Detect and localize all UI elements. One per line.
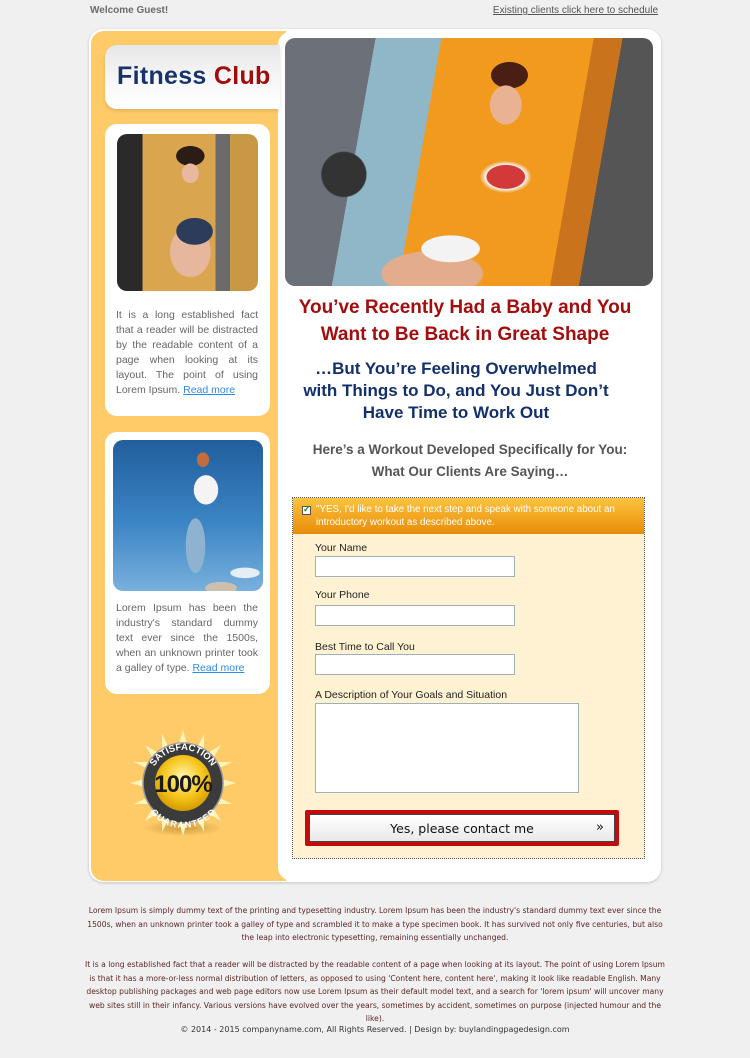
description-label: A Description of Your Goals and Situatio… (315, 689, 508, 701)
logo-word-club: Club (213, 62, 271, 90)
badge-center-text: 100% (154, 771, 212, 798)
logo-word-fitness: Fitness (117, 62, 207, 90)
tagline-line-2: What Our Clients Are Saying… (371, 464, 569, 479)
phone-input[interactable] (315, 605, 515, 626)
name-input[interactable] (315, 556, 515, 577)
best-time-input[interactable] (315, 654, 515, 675)
read-more-link[interactable]: Read more (192, 662, 244, 674)
name-label: Your Name (315, 542, 368, 554)
sidebar-card-text: It is a long established fact that a rea… (116, 308, 258, 398)
footer-paragraph: It is a long established fact that a rea… (85, 960, 665, 1023)
existing-clients-link[interactable]: Existing clients click here to schedule (493, 5, 658, 16)
contact-me-button-label: Yes, please contact me (390, 821, 534, 836)
top-bar: Welcome Guest! Existing clients click he… (90, 5, 658, 19)
sidebar-card-body: It is a long established fact that a rea… (116, 309, 258, 396)
contact-me-button[interactable]: Yes, please contact me » (309, 814, 615, 842)
woman-balancing-sky-photo (113, 440, 263, 591)
woman-lifting-dumbbells-photo (117, 134, 258, 291)
phone-label: Your Phone (315, 589, 370, 601)
satisfaction-guaranteed-badge: SATISFACTION GUARANTEED 100% (130, 730, 236, 836)
best-time-label: Best Time to Call You (315, 641, 415, 653)
welcome-text: Welcome Guest! (90, 5, 169, 16)
page-subheadline: …But You’re Feeling Overwhelmed with Thi… (303, 359, 609, 422)
copyright: © 2014 - 2015 companyname.com, All Right… (180, 1025, 570, 1034)
woman-chest-press-machine-photo (285, 38, 653, 286)
read-more-link[interactable]: Read more (183, 384, 235, 396)
double-chevron-right-icon: » (596, 820, 604, 835)
tagline: Here’s a Workout Developed Specifically … (290, 439, 650, 483)
description-textarea[interactable] (315, 703, 579, 793)
consent-text: "YES, I'd like to take the next step and… (316, 504, 615, 528)
sidebar-card-text: Lorem Ipsum has been the industry's stan… (116, 601, 258, 676)
consent-checkbox[interactable] (302, 504, 311, 515)
tagline-line-1: Here’s a Workout Developed Specifically … (312, 442, 628, 457)
page-headline: You’ve Recently Had a Baby and You Want … (298, 297, 632, 345)
footer-paragraph: Lorem Ipsum is simply dummy text of the … (87, 906, 663, 942)
logo[interactable]: Fitness Club (117, 62, 271, 91)
